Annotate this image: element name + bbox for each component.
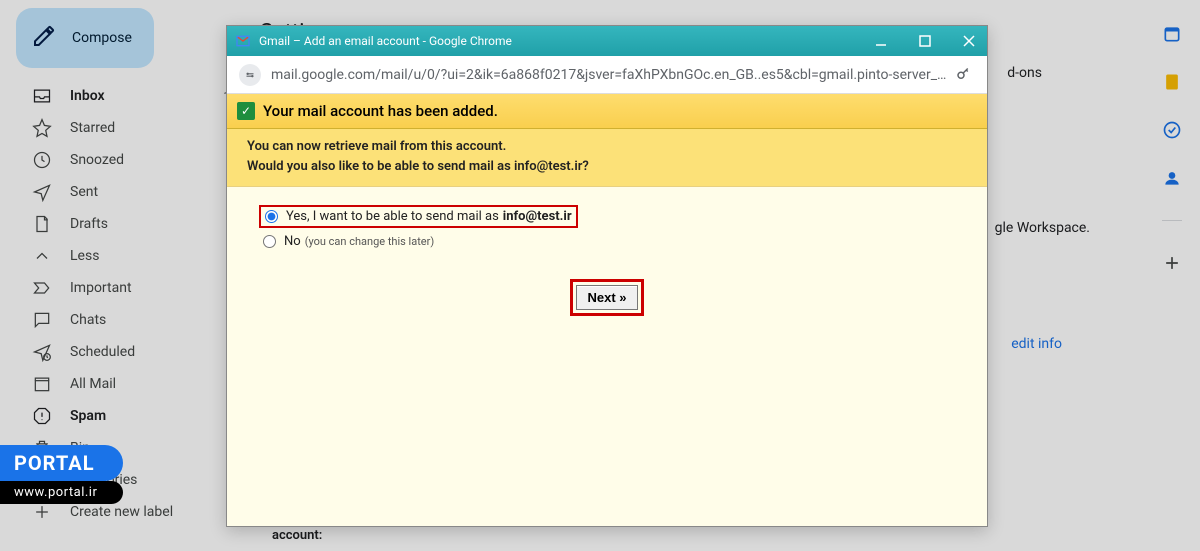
sidebar-item-starred[interactable]: Starred xyxy=(8,112,256,144)
success-banner: ✓ Your mail account has been added. xyxy=(227,94,987,129)
calendar-icon[interactable] xyxy=(1162,24,1182,44)
banner-text: Your mail account has been added. xyxy=(263,102,498,120)
radio-group: Yes, I want to be able to send mail as i… xyxy=(259,205,967,251)
clock-icon xyxy=(32,150,52,170)
sidebar-item-chats[interactable]: Chats xyxy=(8,304,256,336)
spam-icon xyxy=(32,406,52,426)
sub-line1: You can now retrieve mail from this acco… xyxy=(247,137,967,157)
nav-label: Drafts xyxy=(70,216,244,232)
chevron-up-icon xyxy=(32,246,52,266)
sidebar-item-sent[interactable]: Sent xyxy=(8,176,256,208)
sidebar-item-snoozed[interactable]: Snoozed xyxy=(8,144,256,176)
radio-yes-label: Yes, I want to be able to send mail as xyxy=(286,209,499,224)
nav-label: Starred xyxy=(70,120,244,136)
nav-label: Inbox xyxy=(70,88,223,104)
side-panel xyxy=(1144,0,1200,551)
sidebar-item-less[interactable]: Less xyxy=(8,240,256,272)
inbox-icon xyxy=(32,86,52,106)
divider xyxy=(1162,220,1182,221)
password-key-icon[interactable] xyxy=(955,64,975,86)
radio-no-hint: (you can change this later) xyxy=(305,235,435,248)
file-icon xyxy=(32,214,52,234)
edit-info-link[interactable]: edit info xyxy=(1011,336,1062,352)
radio-no[interactable] xyxy=(263,235,276,248)
stack-icon xyxy=(32,374,52,394)
next-highlight: Next » xyxy=(570,279,643,316)
nav-label: Spam xyxy=(70,408,237,424)
radio-yes-row[interactable]: Yes, I want to be able to send mail as i… xyxy=(259,205,578,228)
url-text: mail.google.com/mail/u/0/?ui=2&ik=6a868f… xyxy=(271,67,947,83)
nav-label: Important xyxy=(70,280,244,296)
sub-banner: You can now retrieve mail from this acco… xyxy=(227,129,987,187)
contacts-icon[interactable] xyxy=(1162,168,1182,188)
sidebar-item-spam[interactable]: Spam 4 xyxy=(8,400,256,432)
window-title: Gmail – Add an email account - Google Ch… xyxy=(259,34,871,48)
sidebar-item-scheduled[interactable]: Scheduled xyxy=(8,336,256,368)
compose-label: Compose xyxy=(72,30,132,46)
sidebar-item-drafts[interactable]: Drafts xyxy=(8,208,256,240)
close-button[interactable] xyxy=(959,31,979,51)
keep-icon[interactable] xyxy=(1162,72,1182,92)
addons-plus-icon[interactable] xyxy=(1162,253,1182,273)
sub-line2-email: info@test.ir xyxy=(514,159,582,174)
sub-line2: Would you also like to be able to send m… xyxy=(247,157,967,177)
star-icon xyxy=(32,118,52,138)
nav-label: Sent xyxy=(70,184,244,200)
portal-top: PORTAL xyxy=(0,445,123,481)
sub-line2-suffix: ? xyxy=(582,159,588,174)
important-icon xyxy=(32,278,52,298)
send-icon xyxy=(32,182,52,202)
next-button[interactable]: Next » xyxy=(576,285,637,310)
bg-text: account: xyxy=(272,528,322,543)
sidebar-item-important[interactable]: Important xyxy=(8,272,256,304)
check-icon: ✓ xyxy=(237,102,255,120)
sidebar-item-allmail[interactable]: All Mail xyxy=(8,368,256,400)
nav-label: Chats xyxy=(70,312,244,328)
nav-label: Create new label xyxy=(70,504,244,520)
site-info-icon[interactable] xyxy=(239,64,261,86)
radio-yes[interactable] xyxy=(265,210,278,223)
popup-body: Yes, I want to be able to send mail as i… xyxy=(227,187,987,526)
address-bar[interactable]: mail.google.com/mail/u/0/?ui=2&ik=6a868f… xyxy=(227,56,987,94)
pencil-icon xyxy=(32,24,56,52)
window-titlebar[interactable]: Gmail – Add an email account - Google Ch… xyxy=(227,26,987,56)
nav-label: Scheduled xyxy=(70,344,244,360)
portal-watermark: PORTAL www.portal.ir xyxy=(0,445,123,504)
minimize-button[interactable] xyxy=(871,31,891,51)
compose-button[interactable]: Compose xyxy=(16,8,154,68)
bg-text: d-ons xyxy=(1007,65,1042,81)
portal-bottom: www.portal.ir xyxy=(0,481,123,504)
gmail-icon xyxy=(235,33,251,49)
popup-window: Gmail – Add an email account - Google Ch… xyxy=(226,25,988,527)
tasks-icon[interactable] xyxy=(1162,120,1182,140)
maximize-button[interactable] xyxy=(915,31,935,51)
sidebar-item-inbox[interactable]: Inbox 148 xyxy=(8,80,256,112)
chat-icon xyxy=(32,310,52,330)
radio-no-label: No xyxy=(284,234,301,249)
plus-icon xyxy=(32,502,52,522)
nav-label: Less xyxy=(70,248,244,264)
nav-label: All Mail xyxy=(70,376,244,392)
sub-line2-prefix: Would you also like to be able to send m… xyxy=(247,159,514,174)
bg-text: gle Workspace. xyxy=(995,220,1090,236)
radio-yes-email: info@test.ir xyxy=(503,209,572,224)
nav-label: Snoozed xyxy=(70,152,244,168)
scheduled-icon xyxy=(32,342,52,362)
radio-no-row[interactable]: No (you can change this later) xyxy=(259,232,967,251)
